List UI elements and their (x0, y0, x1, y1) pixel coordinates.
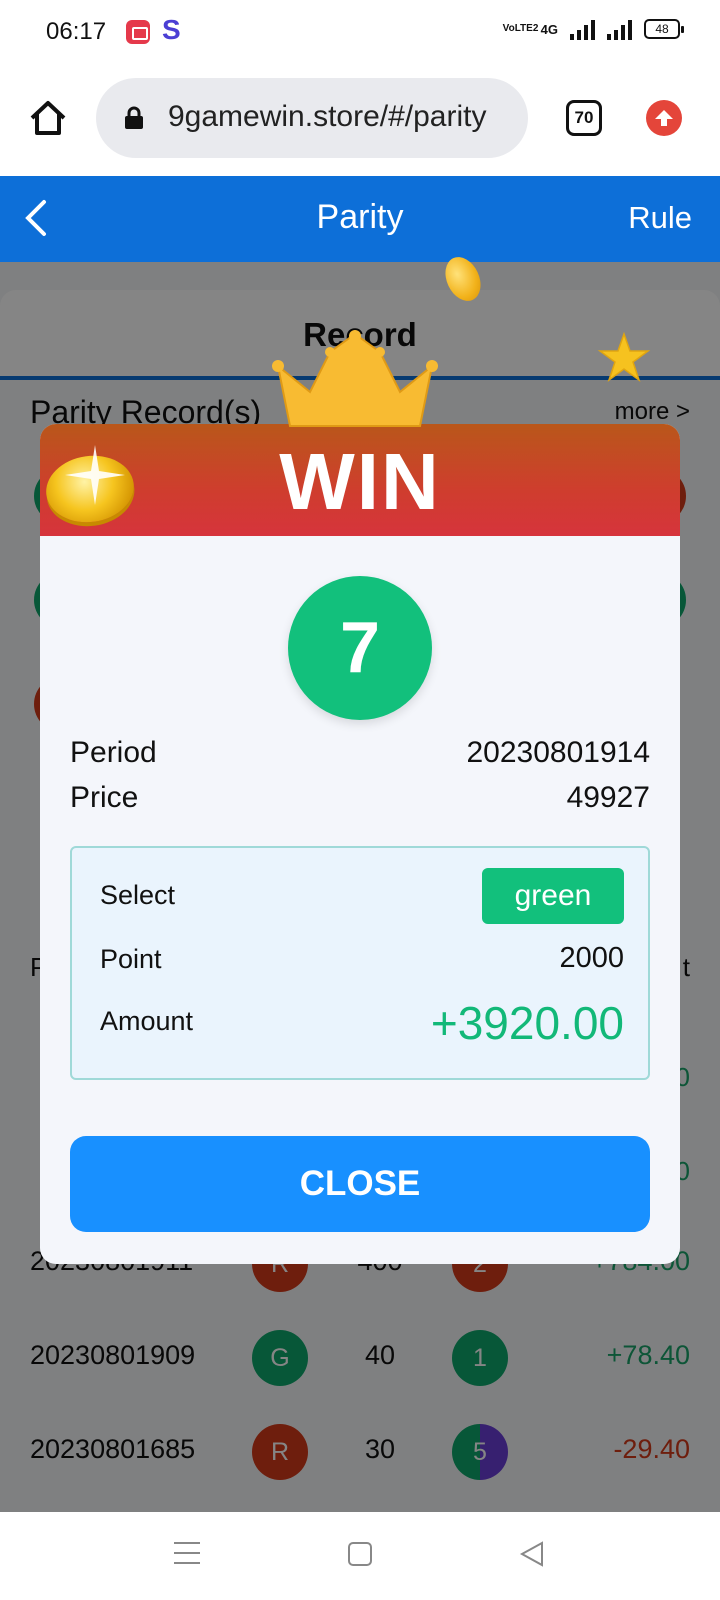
point-row: Point 2000 (100, 942, 624, 984)
sparkle-icon (65, 445, 125, 505)
home-nav-icon[interactable] (348, 1542, 372, 1566)
battery-icon: 48 (644, 19, 684, 39)
select-chip: green (482, 868, 624, 924)
price-value: 49927 (566, 781, 650, 814)
point-label: Point (100, 944, 162, 974)
star-icon (597, 331, 651, 382)
lock-icon (125, 106, 143, 129)
tabs-button[interactable]: 70 (566, 100, 602, 136)
screen-recorder-icon (126, 20, 150, 44)
amount-row: Amount +3920.00 (100, 996, 624, 1056)
network-type: 4G (540, 21, 558, 37)
rule-link[interactable]: Rule (628, 200, 692, 236)
volte-label: VoLTE2 (502, 23, 539, 34)
period-label: Period (70, 736, 157, 769)
win-dialog: WIN 7 Period 20230801914 Price 49927 Sel… (40, 424, 680, 1264)
app-s-icon: S (162, 14, 181, 45)
select-label: Select (100, 880, 176, 910)
bet-details: Select green Point 2000 Amount +3920.00 (70, 846, 650, 1080)
recent-apps-icon[interactable] (174, 1542, 200, 1566)
address-bar[interactable]: 9gamewin.store/#/parity (96, 78, 528, 158)
url-text: 9gamewin.store/#/parity (168, 100, 487, 133)
win-header: WIN (40, 424, 680, 536)
browser-toolbar: 9gamewin.store/#/parity 70 (0, 64, 720, 176)
back-nav-icon[interactable] (518, 1540, 546, 1568)
system-nav-bar (0, 1512, 720, 1600)
upgrade-icon[interactable] (646, 100, 682, 136)
signal-icon-2 (607, 18, 632, 40)
result-number-ball: 7 (288, 576, 432, 720)
page-title: Parity (316, 198, 404, 236)
select-row: Select green (100, 868, 624, 924)
crown-icon (272, 330, 438, 427)
page-header: Parity Rule (0, 176, 720, 262)
win-title: WIN (279, 437, 441, 526)
status-indicators: VoLTE2 4G 48 (502, 18, 684, 40)
price-label: Price (70, 781, 139, 814)
status-time: 06:17 (46, 18, 107, 45)
home-icon[interactable] (28, 98, 68, 138)
close-button[interactable]: CLOSE (70, 1136, 650, 1232)
signal-icon (570, 18, 595, 40)
point-value: 2000 (559, 942, 624, 974)
amount-label: Amount (100, 1006, 194, 1036)
status-bar: 06:17 S VoLTE2 4G 48 (0, 0, 720, 64)
period-value: 20230801914 (466, 736, 650, 769)
amount-value: +3920.00 (430, 997, 624, 1049)
